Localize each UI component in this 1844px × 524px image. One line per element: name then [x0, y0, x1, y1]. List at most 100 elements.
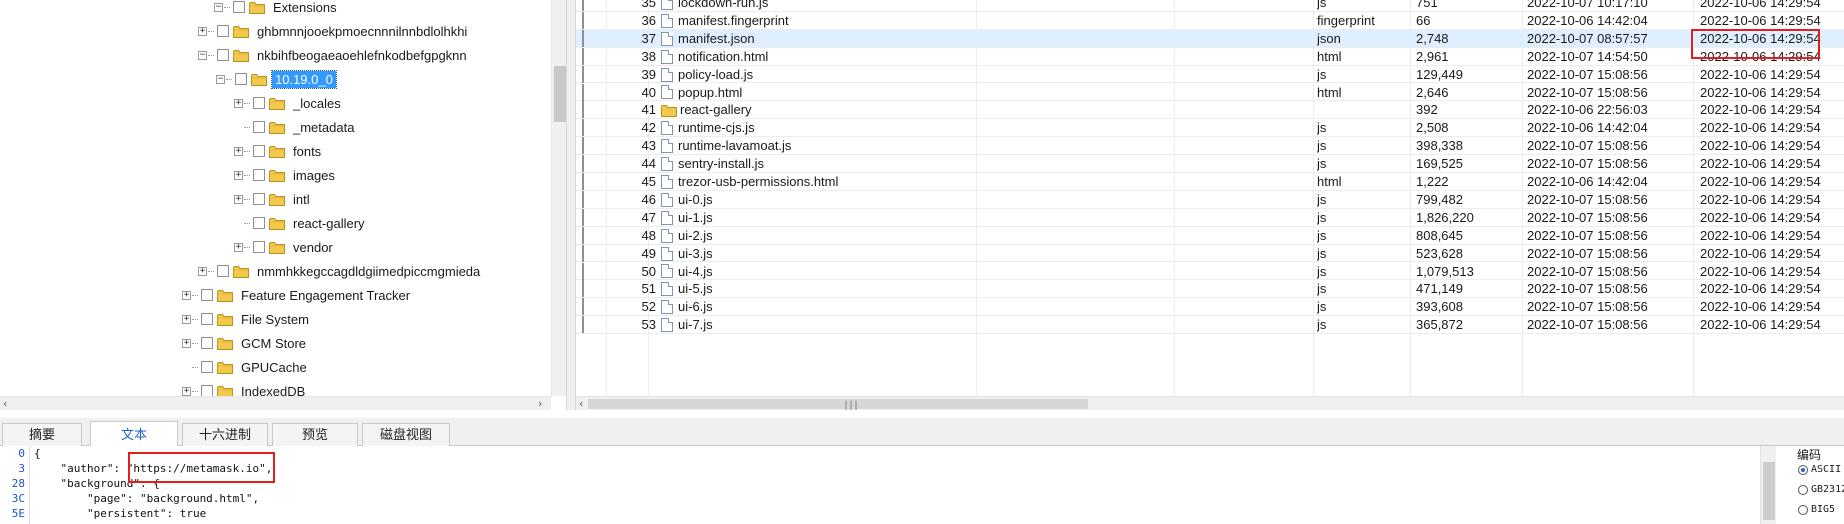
tree-item[interactable]: + _locales: [234, 91, 344, 115]
expand-toggle-icon[interactable]: −: [198, 50, 207, 60]
checkbox-icon[interactable]: [582, 11, 584, 29]
preview-vertical-scroll-thumb[interactable]: [1763, 462, 1775, 520]
file-name[interactable]: ui-1.js: [678, 209, 713, 227]
file-name-cell[interactable]: policy-load.js: [661, 66, 981, 84]
file-name-cell[interactable]: runtime-lavamoat.js: [661, 137, 981, 155]
expand-toggle-icon[interactable]: [182, 363, 191, 372]
tree-item[interactable]: _metadata: [234, 115, 357, 139]
checkbox-icon[interactable]: [253, 97, 265, 109]
file-name-cell[interactable]: ui-6.js: [661, 298, 981, 316]
tree-item-label[interactable]: _metadata: [290, 119, 357, 136]
table-row[interactable]: 53 ui-7.js js 365,872 2022-10-07 15:08:56 202…: [576, 316, 1844, 335]
pane-splitter[interactable]: [567, 0, 575, 410]
checkbox-icon[interactable]: [582, 244, 584, 262]
expand-toggle-icon[interactable]: +: [182, 386, 191, 396]
folder-tree-pane[interactable]: − Extensions + ghbmnnjooekpmoecnnnilnnbdlol…: [0, 0, 567, 410]
table-row[interactable]: 45 trezor-usb-permissions.html html 1,222 20…: [576, 173, 1844, 191]
table-row[interactable]: 39 policy-load.js js 129,449 2022-10-07 15:0…: [576, 65, 1844, 84]
table-row[interactable]: 37 manifest.json json 2,748 2022-10-07 08:57…: [576, 29, 1844, 48]
scroll-left-arrow-icon[interactable]: ‹: [3, 397, 7, 410]
expand-toggle-icon[interactable]: +: [234, 146, 243, 156]
expand-toggle-icon[interactable]: [234, 123, 243, 132]
tab-text[interactable]: 文本: [90, 421, 178, 447]
checkbox-icon[interactable]: [582, 0, 584, 11]
file-name[interactable]: sentry-install.js: [678, 155, 764, 173]
file-name[interactable]: policy-load.js: [678, 66, 753, 84]
tree-item-label[interactable]: vendor: [290, 239, 336, 256]
expand-toggle-icon[interactable]: +: [198, 26, 207, 36]
tree-vertical-scrollbar[interactable]: [551, 0, 566, 396]
checkbox-icon[interactable]: [582, 65, 584, 83]
expand-toggle-icon[interactable]: +: [234, 170, 243, 180]
tree-item-label[interactable]: 10.19.0_0: [271, 69, 337, 89]
tab-disk-view[interactable]: 磁盘视图: [362, 423, 450, 446]
tree-item-label[interactable]: Extensions: [270, 0, 340, 16]
file-name-cell[interactable]: runtime-cjs.js: [661, 119, 981, 137]
tab-preview[interactable]: 预览: [272, 423, 358, 446]
row-checkbox-cell[interactable]: [582, 83, 602, 102]
table-row[interactable]: 40 popup.html html 2,646 2022-10-07 15:08:56…: [576, 83, 1844, 102]
expand-toggle-icon[interactable]: +: [198, 266, 207, 276]
checkbox-icon[interactable]: [253, 121, 265, 133]
file-name-cell[interactable]: notification.html: [661, 48, 981, 66]
row-checkbox-cell[interactable]: [582, 173, 602, 191]
tree-item-label[interactable]: react-gallery: [290, 215, 368, 232]
checkbox-icon[interactable]: [582, 190, 584, 208]
file-name-cell[interactable]: ui-0.js: [661, 191, 981, 209]
checkbox-icon[interactable]: [582, 119, 584, 137]
file-name-cell[interactable]: sentry-install.js: [661, 155, 981, 173]
row-checkbox-cell[interactable]: [582, 11, 602, 30]
table-row[interactable]: 47 ui-1.js js 1,826,220 2022-10-07 15:08:56 2…: [576, 208, 1844, 227]
row-checkbox-cell[interactable]: [582, 65, 602, 84]
tree-item-label[interactable]: nkbihfbeogaeaoehlefnkodbefgpgknn: [254, 47, 470, 64]
row-checkbox-cell[interactable]: [582, 47, 602, 66]
file-name-cell[interactable]: ui-2.js: [661, 227, 981, 245]
file-name-cell[interactable]: manifest.json: [661, 30, 981, 48]
row-checkbox-cell[interactable]: [582, 119, 602, 137]
file-name-cell[interactable]: ui-4.js: [661, 263, 981, 281]
radio-icon[interactable]: [1798, 504, 1808, 515]
checkbox-icon[interactable]: [201, 289, 213, 301]
preview-vertical-scrollbar[interactable]: [1760, 446, 1776, 524]
expand-toggle-icon[interactable]: +: [182, 338, 191, 348]
tree-item-label[interactable]: images: [290, 167, 338, 184]
file-name[interactable]: trezor-usb-permissions.html: [678, 173, 838, 191]
tree-item[interactable]: + ghbmnnjooekpmoecnnnilnnbdlolhkhi: [198, 19, 470, 43]
file-name-cell[interactable]: ui-7.js: [661, 316, 981, 334]
tree-item[interactable]: + vendor: [234, 235, 336, 259]
row-checkbox-cell[interactable]: [582, 280, 602, 298]
tree-item[interactable]: + fonts: [234, 139, 324, 163]
checkbox-icon[interactable]: [201, 313, 213, 325]
expand-toggle-icon[interactable]: +: [234, 98, 243, 108]
tree-item[interactable]: + nmmhkkegccagdldgiimedpiccmgmieda: [198, 259, 483, 283]
tree-item[interactable]: react-gallery: [234, 211, 368, 235]
table-row[interactable]: 35 lockdown-run.js js 751 2022-10-07 10:17:1…: [576, 0, 1844, 12]
checkbox-icon[interactable]: [582, 83, 584, 101]
tree-horizontal-scrollbar[interactable]: ‹ ›: [0, 396, 551, 410]
file-name-cell[interactable]: lockdown-run.js: [661, 0, 981, 12]
file-name[interactable]: ui-0.js: [678, 191, 713, 209]
encoding-option-ascii[interactable]: ASCII: [1798, 464, 1841, 475]
table-horizontal-scrollbar[interactable]: ‹ |||: [576, 396, 1844, 410]
file-name-cell[interactable]: react-gallery: [661, 101, 981, 119]
file-name-cell[interactable]: manifest.fingerprint: [661, 12, 981, 30]
file-name[interactable]: manifest.json: [678, 30, 755, 48]
tree-item[interactable]: + images: [234, 163, 338, 187]
expand-toggle-icon[interactable]: +: [234, 194, 243, 204]
expand-toggle-icon[interactable]: +: [234, 242, 243, 252]
tree-item-label[interactable]: File System: [238, 311, 312, 328]
row-checkbox-cell[interactable]: [582, 0, 602, 12]
tree-item-label[interactable]: nmmhkkegccagdldgiimedpiccmgmieda: [254, 263, 483, 280]
tab-summary[interactable]: 摘要: [2, 423, 82, 446]
row-checkbox-cell[interactable]: [582, 244, 602, 263]
tree-item[interactable]: + intl: [234, 187, 313, 211]
tree-item-label[interactable]: Feature Engagement Tracker: [238, 287, 413, 304]
file-name-cell[interactable]: ui-3.js: [661, 245, 981, 263]
expand-toggle-icon[interactable]: [234, 219, 243, 228]
file-name[interactable]: react-gallery: [680, 101, 752, 119]
checkbox-icon[interactable]: [582, 47, 584, 65]
tree-item[interactable]: + File System: [182, 307, 312, 331]
encoding-option-gb2312[interactable]: GB2312: [1798, 484, 1844, 495]
row-checkbox-cell[interactable]: [582, 101, 602, 119]
checkbox-icon[interactable]: [253, 241, 265, 253]
